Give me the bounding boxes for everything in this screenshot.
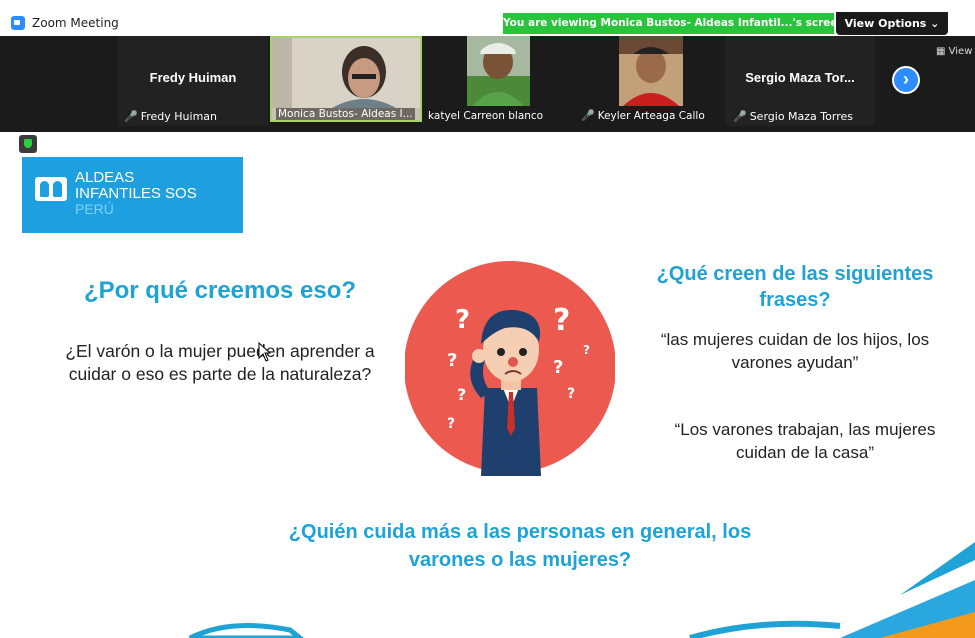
security-shield-icon[interactable]	[19, 135, 37, 153]
svg-text:?: ?	[553, 303, 570, 338]
title-bar: Zoom Meeting You are viewing Monica Bust…	[0, 0, 975, 36]
muted-mic-icon: 🎤	[581, 109, 595, 122]
sos-logo-icon	[35, 177, 67, 201]
zoom-app-icon	[11, 16, 25, 30]
quote-2: “Los varones trabajan, las mujeres cuida…	[674, 420, 936, 462]
view-button-label: View	[948, 46, 973, 57]
logo-line-1: ALDEAS	[75, 169, 135, 186]
participant-caption-text: Keyler Arteaga Callo	[597, 110, 705, 122]
muted-mic-icon: 🎤	[733, 110, 747, 123]
view-button[interactable]: ▦ View	[936, 46, 972, 57]
svg-text:?: ?	[583, 343, 590, 357]
logo-line-3: PERÚ	[75, 201, 114, 217]
view-options-button[interactable]: View Options ⌄	[836, 12, 948, 35]
participant-video[interactable]: katyel Carreon blanco	[426, 36, 570, 122]
confused-man-illustration: ? ? ? ? ? ? ? ?	[405, 261, 615, 476]
participant-video-feed	[272, 38, 420, 108]
participant-caption: 🎤 Keyler Arteaga Callo	[581, 109, 705, 122]
participant-video-feed	[575, 36, 715, 106]
view-options-label: View Options	[844, 17, 927, 30]
quote-1: “las mujeres cuidan de los hijos, los va…	[660, 330, 930, 372]
screen-share-banner: You are viewing Monica Bustos- Aldeas In…	[503, 13, 834, 34]
logo-line-2: INFANTILES SOS	[75, 185, 197, 202]
participants-strip: Fredy Huiman 🎤 Fredy Huiman Monica Bustos…	[0, 36, 975, 132]
right-question-heading: ¿Qué creen de las siguientes frases?	[656, 263, 934, 311]
aldeas-infantiles-logo: ALDEAS INFANTILES SOS PERÚ	[22, 157, 243, 233]
svg-text:?: ?	[447, 350, 457, 371]
participant-tile[interactable]: Fredy Huiman 🎤 Fredy Huiman	[118, 36, 268, 126]
participant-video[interactable]: 🎤 Keyler Arteaga Callo	[575, 36, 715, 122]
participant-caption: Fredy Huiman	[140, 110, 217, 123]
participant-caption: Monica Bustos- Aldeas I...	[276, 108, 415, 120]
svg-text:?: ?	[553, 357, 563, 378]
left-question-heading: ¿Por qué creemos eso?	[83, 277, 357, 304]
chevron-right-icon[interactable]: ›	[892, 66, 920, 94]
left-question-text: ¿El varón o la mujer pueden aprender a c…	[65, 341, 375, 384]
participant-video-feed	[426, 36, 570, 106]
participant-caption: katyel Carreon blanco	[428, 110, 544, 122]
svg-text:?: ?	[447, 416, 455, 432]
participant-video-active[interactable]: Monica Bustos- Aldeas I...	[270, 36, 422, 122]
muted-mic-icon: 🎤	[124, 110, 138, 123]
svg-text:?: ?	[457, 385, 466, 404]
mouse-cursor-icon	[258, 342, 272, 362]
participant-caption: Sergio Maza Torres	[749, 110, 853, 123]
gallery-view-icon: ▦	[936, 46, 946, 57]
svg-text:?: ?	[567, 386, 575, 402]
participant-tile-name: Fredy Huiman	[149, 70, 237, 85]
window-title: Zoom Meeting	[32, 16, 119, 30]
chevron-down-icon: ⌄	[930, 17, 940, 30]
svg-text:?: ?	[455, 305, 470, 335]
decorative-swoosh	[188, 542, 975, 638]
participant-tile[interactable]: Sergio Maza Tor... 🎤 Sergio Maza Torres	[725, 36, 875, 126]
participant-tile-name: Sergio Maza Tor...	[745, 70, 855, 85]
